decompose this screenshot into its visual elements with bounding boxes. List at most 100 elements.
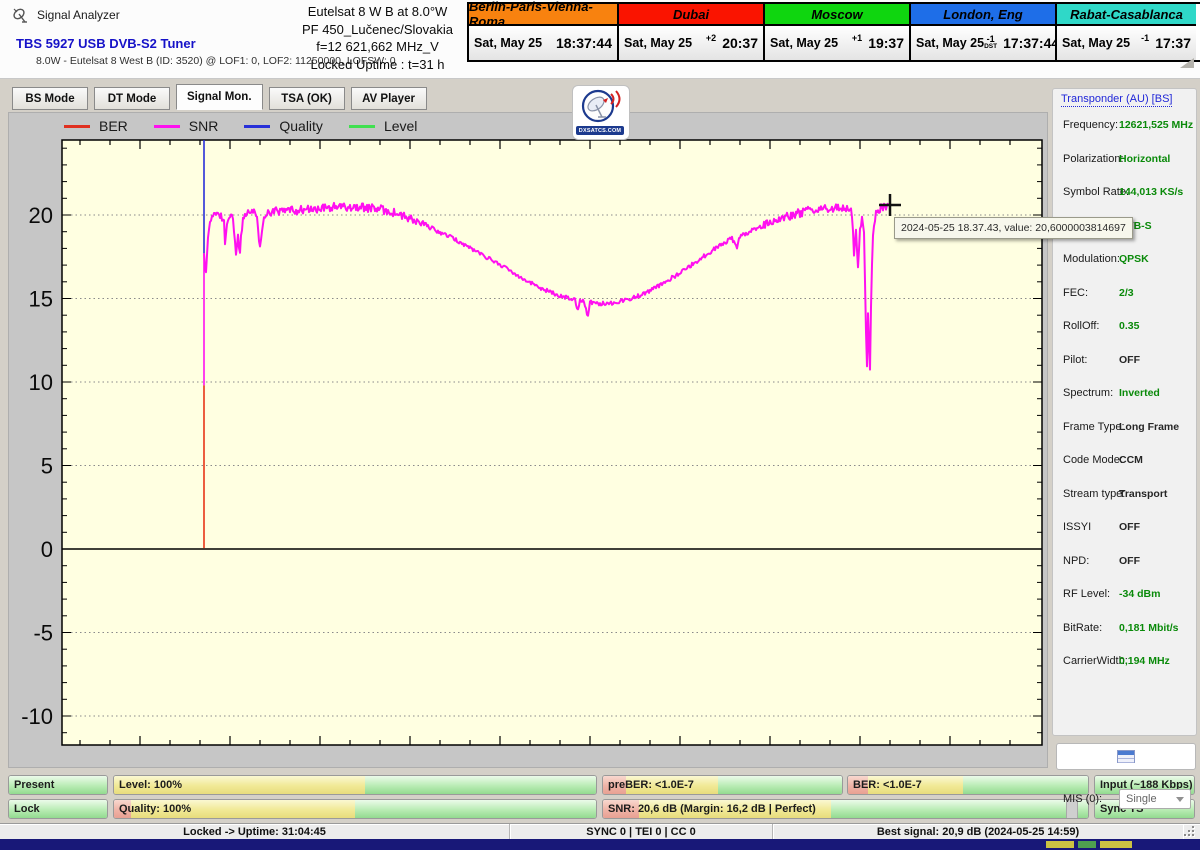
bar-label: SNR: 20,6 dB (Margin: 16,2 dB | Perfect) <box>608 800 816 818</box>
clock-berlin-paris-vienna-roma: Berlin-Paris-Vienna-RomaSat, May 2518:37… <box>469 4 619 60</box>
transponder-list-button[interactable] <box>1056 743 1196 770</box>
clock-city-label: London, Eng <box>911 4 1055 26</box>
transponder-field-label: Frequency: <box>1063 119 1118 131</box>
tab-av-player[interactable]: AV Player <box>351 87 427 110</box>
y-axis-label: 15 <box>29 287 53 312</box>
clock-time-row: Sat, May 25-117:37 <box>1057 26 1196 60</box>
y-axis-label: -5 <box>33 621 53 646</box>
titlebar: Signal Analyzer <box>12 6 120 24</box>
bar-segment-green <box>365 776 596 794</box>
y-axis-label: -10 <box>21 704 53 729</box>
transponder-field-value: 0.35 <box>1119 320 1139 332</box>
clock-utc-offset: +2 <box>706 33 716 43</box>
grip-dot <box>1192 834 1194 836</box>
world-clocks: Berlin-Paris-Vienna-RomaSat, May 2518:37… <box>467 2 1200 62</box>
statusbar-uptime: Locked -> Uptime: 31:04:45 <box>0 824 510 840</box>
transponder-field-value: 0,181 Mbit/s <box>1119 622 1179 634</box>
logo-banner: DXSATCS.COM <box>576 126 624 135</box>
clock-city-label: Dubai <box>619 4 763 26</box>
clock-time-row: Sat, May 2518:37:44 <box>469 26 617 60</box>
status-bar-snr: SNR: 20,6 dB (Margin: 16,2 dB | Perfect) <box>602 799 1089 819</box>
clock-utc-offset: -1 <box>1141 33 1149 43</box>
y-axis-label: 0 <box>41 537 53 562</box>
clock-time-row: Sat, May 25+119:37 <box>765 26 909 60</box>
transponder-field-value: 0,194 MHz <box>1119 655 1170 667</box>
transponder-field-label: ISSYI <box>1063 521 1091 533</box>
transponder-field-value: QPSK <box>1119 253 1149 265</box>
taskbar-edge <box>0 839 1200 850</box>
transponder-field-label: RollOff: <box>1063 320 1099 332</box>
clock-date: Sat, May 25 <box>474 36 542 50</box>
y-axis-label: 5 <box>41 454 53 479</box>
clock-dubai: Dubai Sat, May 25 +2 20:37 <box>619 4 765 60</box>
transponder-field-label: Stream type: <box>1063 488 1125 500</box>
taskbar-speck <box>1046 841 1074 848</box>
clock-time-row: Sat, May 25 +2 20:37 <box>619 26 763 60</box>
satellite-name: Eutelsat 8 W B at 8.0°W <box>290 3 465 21</box>
status-bar: Locked -> Uptime: 31:04:45 SYNC 0 | TEI … <box>0 823 1200 840</box>
clock-widget-grip[interactable] <box>1180 58 1194 68</box>
bar-segment-green <box>718 776 842 794</box>
satellite-dish-icon <box>12 7 29 24</box>
transponder-field-value: Transport <box>1119 488 1167 500</box>
bar-label: preBER: <1.0E-7 <box>608 776 694 794</box>
taskbar-speck <box>1078 841 1096 848</box>
transponder-field-label: Polarization: <box>1063 153 1124 165</box>
tab-bar: BS Mode DT Mode Signal Mon. TSA (OK) AV Play… <box>12 84 427 110</box>
bar-label: Quality: 100% <box>119 800 191 818</box>
status-bar-present: Present <box>8 775 108 795</box>
transponder-field-label: Modulation: <box>1063 253 1120 265</box>
grip-dot <box>1188 834 1190 836</box>
clock-city-label: Berlin-Paris-Vienna-Roma <box>469 4 617 26</box>
transponder-field-value: Inverted <box>1119 387 1160 399</box>
transponder-field-value: 144,013 KS/s <box>1119 186 1183 198</box>
reception-info: Eutelsat 8 W B at 8.0°W PF 450_Lučenec/S… <box>290 3 465 73</box>
bar-segment-green <box>831 800 1088 818</box>
transponder-field-label: NPD: <box>1063 555 1089 567</box>
y-axis-label: 10 <box>29 370 53 395</box>
signal-chart[interactable]: 20 15 10 5 0 -5 -10 <box>8 112 1048 768</box>
statusbar-sync: SYNC 0 | TEI 0 | CC 0 <box>510 824 773 840</box>
transponder-field-value: OFF <box>1119 521 1140 533</box>
clock-moscow: MoscowSat, May 25+119:37 <box>765 4 911 60</box>
transponder-field-value: -34 dBm <box>1119 588 1160 600</box>
offset-dst-label: DST <box>984 43 997 50</box>
uptime-line: Locked Uptime : t=31 h <box>290 56 465 74</box>
tab-tsa-ok-[interactable]: TSA (OK) <box>269 87 345 110</box>
logo-text: DXSATCS.COM <box>579 128 621 134</box>
statusbar-best-signal: Best signal: 20,9 dB (2024-05-25 14:59) <box>773 824 1183 840</box>
window-resize-grip[interactable] <box>1182 826 1196 838</box>
chart-tooltip: 2024-05-25 18.37.43, value: 20,600000381… <box>894 217 1133 239</box>
clock-time: 20:37 <box>722 35 758 51</box>
clock-time-row: Sat, May 25-1DST17:37:44 <box>911 26 1055 60</box>
transponder-field-label: Pilot: <box>1063 354 1087 366</box>
tab-dt-mode[interactable]: DT Mode <box>94 87 170 110</box>
bar-label: Lock <box>14 800 40 818</box>
transponder-field-value: Long Frame <box>1119 421 1179 433</box>
transponder-field-value: OFF <box>1119 354 1140 366</box>
clock-date: Sat, May 25 <box>624 36 692 50</box>
mis-dropdown[interactable]: Single <box>1119 789 1191 809</box>
satellite-dish-logo-icon <box>573 86 627 126</box>
chevron-down-icon <box>1176 797 1184 802</box>
status-bar-level: Level: 100% <box>113 775 597 795</box>
tab-signal-mon-[interactable]: Signal Mon. <box>176 84 263 110</box>
clock-rabat-casablanca: Rabat-CasablancaSat, May 25-117:37 <box>1057 4 1196 60</box>
tab-bs-mode[interactable]: BS Mode <box>12 87 88 110</box>
y-axis-label: 20 <box>29 203 53 228</box>
bar-label: Present <box>14 776 54 794</box>
transponder-panel: Transponder (AU) [BS] Frequency:12621,52… <box>1052 88 1197 736</box>
mis-label: MIS (0): <box>1063 793 1102 805</box>
window-title: Signal Analyzer <box>37 8 120 22</box>
transponder-field-label: FEC: <box>1063 287 1088 299</box>
grip-dot <box>1192 826 1194 828</box>
bar-label: BER: <1.0E-7 <box>853 776 922 794</box>
grip-dot <box>1184 834 1186 836</box>
grip-dot <box>1188 830 1190 832</box>
transponder-field-value: OFF <box>1119 555 1140 567</box>
transponder-field-value: Horizontal <box>1119 153 1170 165</box>
offset-value: -1 <box>987 36 995 43</box>
transponder-field-label: BitRate: <box>1063 622 1102 634</box>
clock-city-label: Moscow <box>765 4 909 26</box>
frequency-line: f=12 621,662 MHz_V <box>290 38 465 56</box>
